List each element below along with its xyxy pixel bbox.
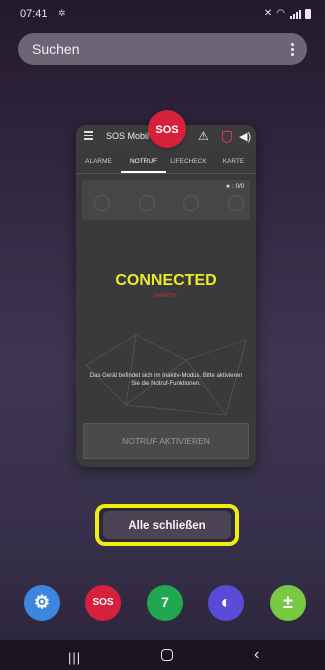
tab-lifecheck: LIFECHECK xyxy=(170,158,207,165)
calendar-label: 7 xyxy=(161,594,169,610)
mode-status: INAKTIV xyxy=(155,293,177,299)
tab-notruf: NOTRUF xyxy=(121,153,166,173)
broadcast-icon xyxy=(94,195,110,211)
tab-karte: KARTE xyxy=(222,158,245,165)
notification-icon: ✲ xyxy=(58,8,66,18)
recents-button[interactable]: ||| xyxy=(68,650,81,665)
location-pin-icon xyxy=(138,195,155,211)
hamburger-menu-icon xyxy=(84,131,93,142)
gear-icon: ⚙ xyxy=(33,592,51,612)
battery-icon xyxy=(305,8,311,19)
navigation-bar: ||| ‹ xyxy=(0,640,325,670)
app-title: SOS Mobil xyxy=(106,131,150,141)
mode-message: Das Gerät befindet sich im Inaktiv-Modus… xyxy=(89,373,243,387)
wifi-icon: ◠ xyxy=(276,8,285,19)
divider xyxy=(76,173,256,174)
calculator-app-icon[interactable]: ± xyxy=(270,585,306,621)
sos-app-icon-label: SOS xyxy=(155,124,179,136)
tab-alarme: ALARME xyxy=(85,158,112,165)
calculator-icon: ± xyxy=(283,592,293,612)
sos-dock-label: SOS xyxy=(92,597,114,608)
speaker-icon: ◀) xyxy=(239,131,252,143)
internet-app-icon[interactable]: ◐ xyxy=(208,585,244,621)
status-bar: 07:41 ✲ ✕ ◠ xyxy=(0,0,325,26)
recent-app-card[interactable]: SOS Mobil ⚠ ◀) ALARME NOTRUF LIFECHECK K… xyxy=(76,125,256,467)
clock-icon xyxy=(183,195,200,211)
app-dock: ⚙ SOS 7 ◐ ± xyxy=(24,585,306,621)
pulse-icon xyxy=(227,195,244,211)
back-button[interactable]: ‹ xyxy=(254,646,259,664)
shield-icon xyxy=(222,131,232,143)
calendar-app-icon[interactable]: 7 xyxy=(147,585,183,621)
sos-app-icon[interactable]: SOS xyxy=(148,110,186,148)
warning-icon: ⚠ xyxy=(198,129,209,143)
status-panel: ★ : 0/0 xyxy=(82,180,250,220)
home-button[interactable] xyxy=(161,649,173,661)
browser-icon: ◐ xyxy=(220,592,232,612)
panel-icons xyxy=(94,195,244,211)
stats-label: ★ : 0/0 xyxy=(225,184,244,190)
search-label: Suchen xyxy=(32,41,80,57)
status-time: 07:41 xyxy=(20,8,48,20)
mute-icon: ✕ xyxy=(263,8,273,19)
status-icons: ✕ ◠ xyxy=(264,8,311,19)
settings-app-icon[interactable]: ⚙ xyxy=(24,585,60,621)
activate-emergency-button[interactable]: NOTRUF AKTIVIEREN xyxy=(83,423,249,459)
close-all-button[interactable]: Alle schließen xyxy=(95,504,239,546)
close-all-label: Alle schließen xyxy=(128,520,206,532)
sos-dock-app-icon[interactable]: SOS xyxy=(85,585,121,621)
app-tabs: ALARME NOTRUF LIFECHECK KARTE xyxy=(76,153,256,173)
signal-icon xyxy=(289,8,301,19)
recents-search-bar[interactable]: Suchen xyxy=(18,33,307,65)
connection-status: CONNECTED xyxy=(115,272,217,289)
more-vert-icon[interactable] xyxy=(291,41,297,58)
